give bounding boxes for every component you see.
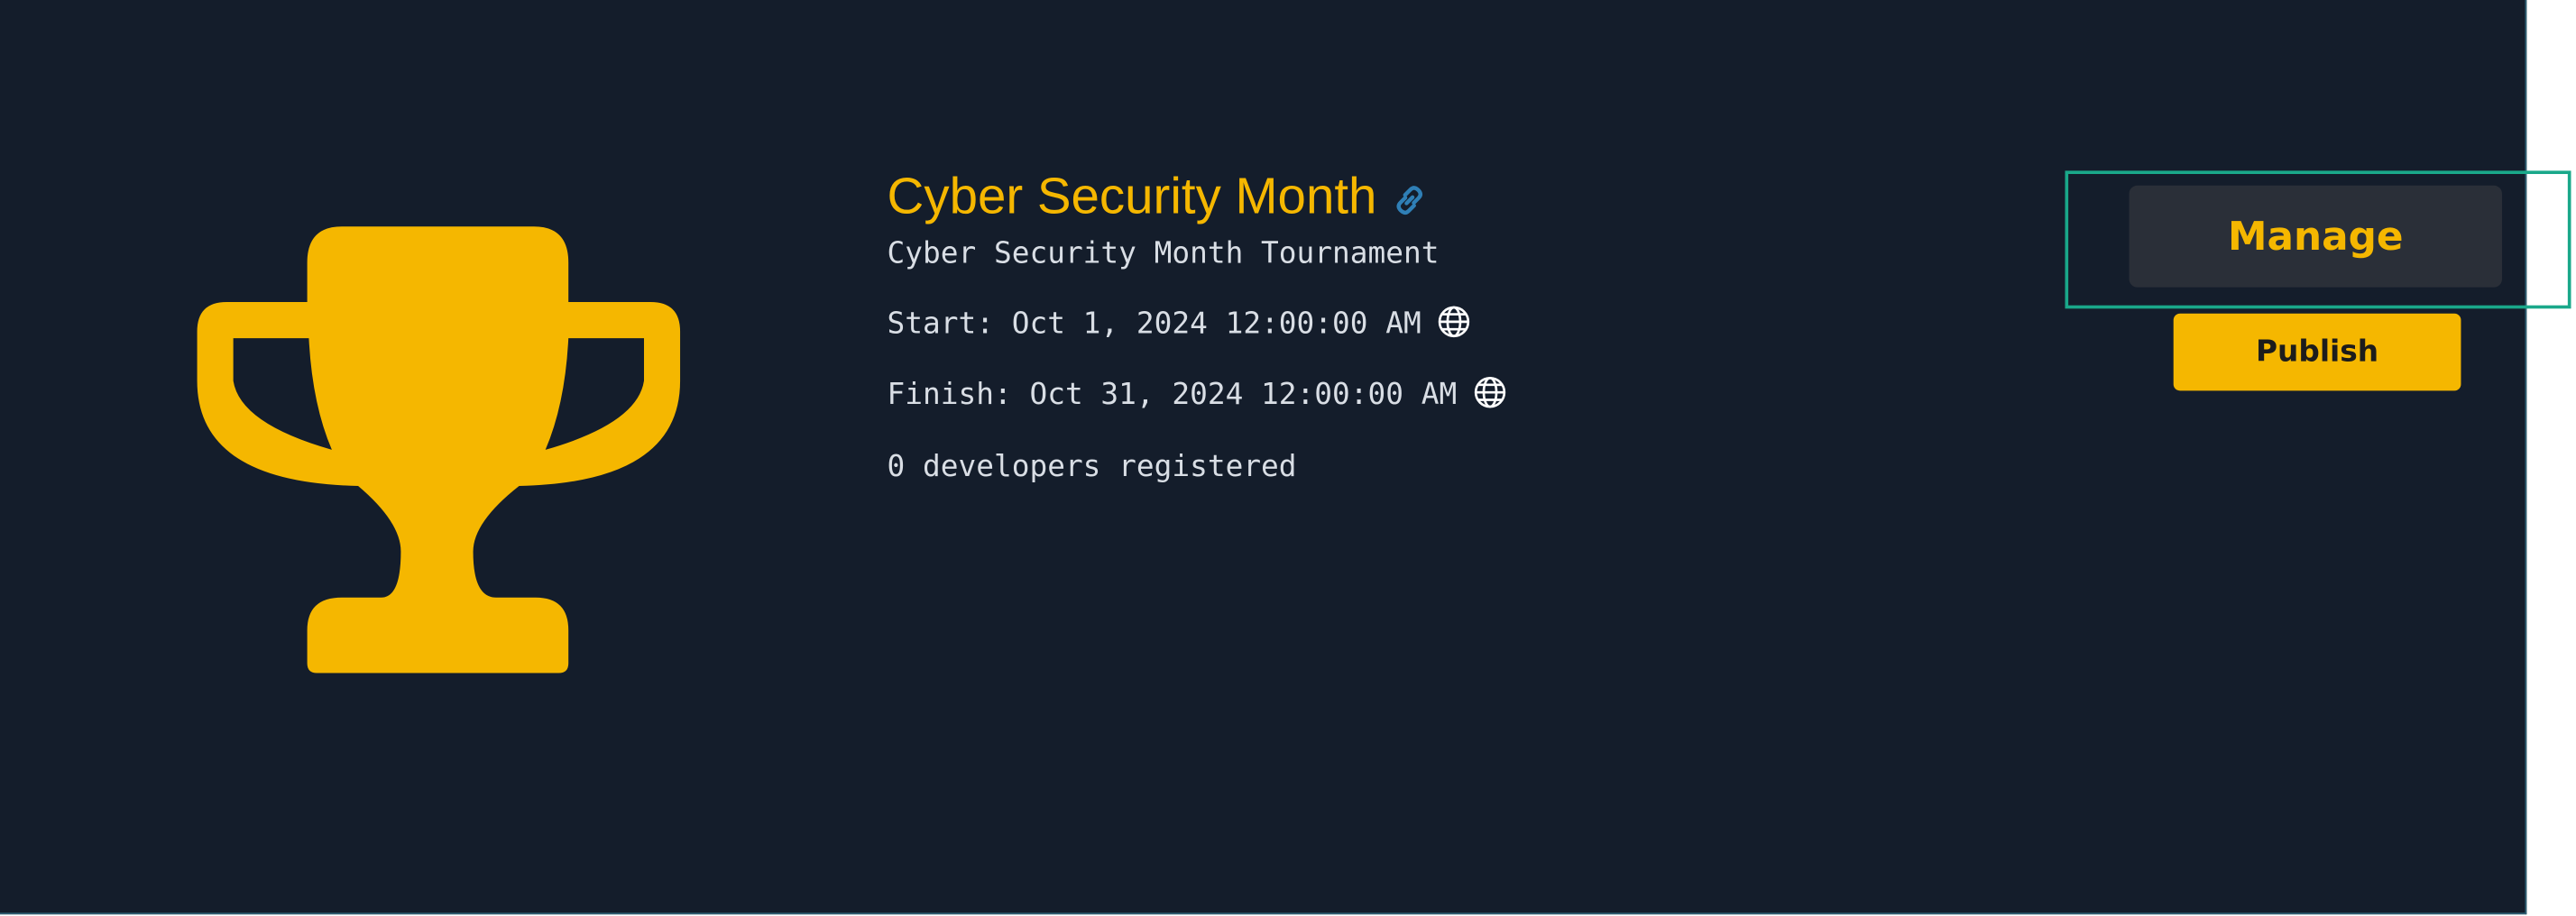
- registration-count: 0 developers registered: [888, 448, 1297, 488]
- registration-text: 0 developers registered: [887, 449, 1297, 485]
- title-row: Cyber Security Month: [888, 164, 1428, 230]
- manage-button[interactable]: Manage: [2129, 185, 2502, 288]
- start-date-row: Start: Oct 1, 2024 12:00:00 AM: [888, 306, 1473, 345]
- finish-date: Finish: Oct 31, 2024 12:00:00 AM: [887, 377, 1458, 413]
- subtitle-text: Cyber Security Month Tournament: [887, 236, 1440, 271]
- globe-icon[interactable]: [1436, 304, 1472, 340]
- trophy-icon: [197, 226, 681, 673]
- start-date: Start: Oct 1, 2024 12:00:00 AM: [887, 307, 1421, 342]
- tournament-card: Cyber Security Month Cyber Security Mont…: [0, 0, 2527, 915]
- publish-button[interactable]: Publish: [2173, 313, 2461, 391]
- tournament-title: Cyber Security Month: [887, 167, 1377, 225]
- globe-icon[interactable]: [1472, 374, 1508, 410]
- tournament-subtitle: Cyber Security Month Tournament: [888, 234, 1440, 274]
- finish-date-row: Finish: Oct 31, 2024 12:00:00 AM: [888, 376, 1508, 416]
- link-icon[interactable]: [1392, 182, 1428, 218]
